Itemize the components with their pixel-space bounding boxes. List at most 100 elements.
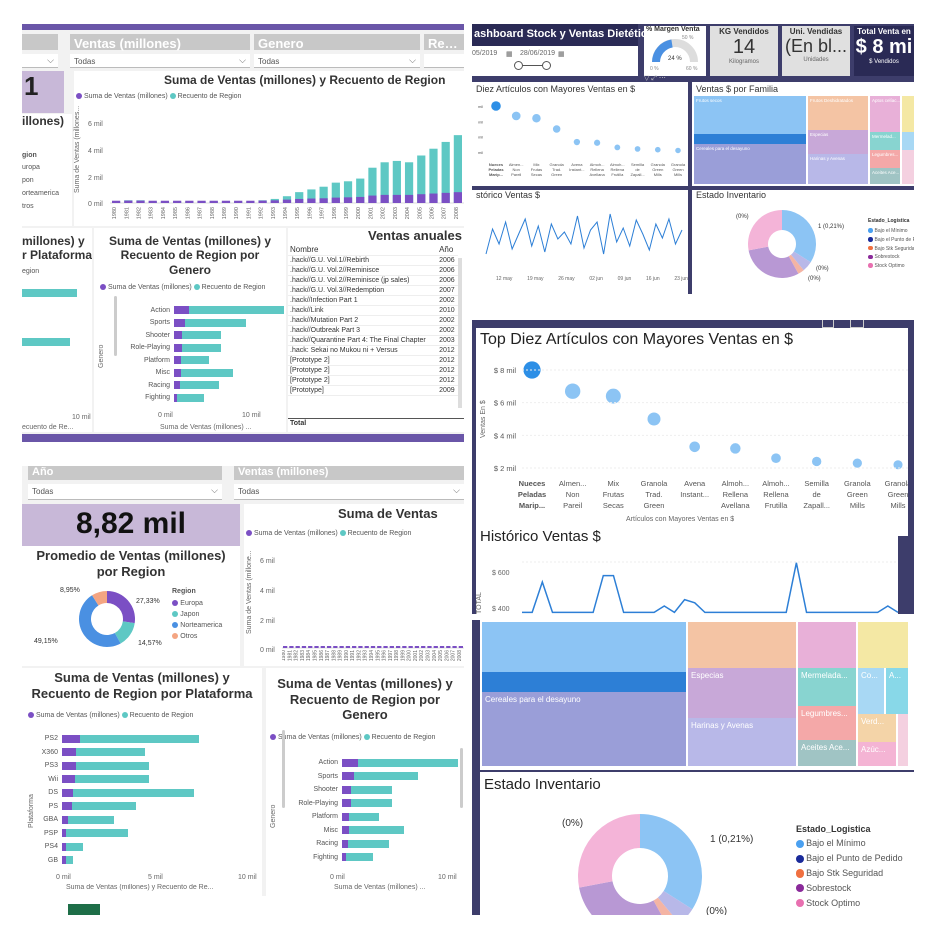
- page-tab[interactable]: [68, 904, 100, 915]
- table-row[interactable]: .hack//Outbreak Part 3 2002: [288, 325, 458, 336]
- bar-row[interactable]: PS: [22, 800, 262, 814]
- slicer-genero-dropdown[interactable]: Todas ⌵: [254, 54, 420, 68]
- legend-item[interactable]: Japon: [172, 610, 222, 618]
- bar[interactable]: [66, 856, 74, 865]
- treemap-tile[interactable]: [858, 622, 908, 668]
- slicer-left-dropdown[interactable]: ⌵: [22, 54, 58, 68]
- bar[interactable]: [74, 775, 149, 784]
- bar-row[interactable]: Platform: [278, 810, 464, 824]
- bar[interactable]: [180, 356, 209, 365]
- table-row[interactable]: .hack//G.U. Vol.3//Redemption 2007: [288, 285, 458, 296]
- slicer-region-dropdown[interactable]: [424, 54, 464, 68]
- bar[interactable]: [76, 761, 149, 770]
- bar-row[interactable]: GB: [22, 854, 262, 868]
- date-from[interactable]: 05/2019: [472, 50, 497, 57]
- bar[interactable]: [62, 748, 76, 757]
- table-row[interactable]: [Prototype 2] 2012: [288, 355, 458, 366]
- table-row[interactable]: .hack//G.U. Vol.2//Reminisce (jp sales) 2…: [288, 275, 458, 286]
- scrollbar[interactable]: [460, 748, 463, 808]
- bar[interactable]: [62, 788, 74, 797]
- bar[interactable]: [180, 368, 234, 377]
- calendar-icon[interactable]: ▦: [558, 50, 565, 58]
- treemap-tile[interactable]: Cereales para el desayuno: [694, 144, 806, 184]
- bar[interactable]: [342, 772, 354, 781]
- bar-row[interactable]: Action: [278, 756, 464, 770]
- bar[interactable]: [62, 734, 81, 743]
- bar[interactable]: [179, 381, 219, 390]
- legend-item[interactable]: Bajo el Punto de Pedido: [796, 853, 903, 863]
- bar-row[interactable]: DS: [22, 786, 262, 800]
- treemap-tile[interactable]: Aptos celíac...: [870, 96, 900, 132]
- bar[interactable]: [350, 799, 392, 808]
- bar[interactable]: [189, 306, 284, 315]
- bar[interactable]: [174, 306, 190, 315]
- table-row[interactable]: .hack//G.U. Vol.1//Rebirth 2006: [288, 255, 458, 266]
- treemap-tile[interactable]: Especias: [688, 668, 796, 718]
- bar[interactable]: [342, 799, 351, 808]
- treemap-tile[interactable]: [482, 622, 686, 672]
- bar[interactable]: [73, 788, 194, 797]
- bar-row[interactable]: Shooter: [104, 329, 284, 342]
- bar[interactable]: [342, 826, 350, 835]
- treemap-tile[interactable]: Frutos Deshidratados: [808, 96, 868, 130]
- bar[interactable]: [67, 815, 114, 824]
- table-row[interactable]: [Prototype] 2009: [288, 385, 458, 396]
- bar[interactable]: [62, 802, 72, 811]
- date-to[interactable]: 28/06/2019: [520, 50, 555, 57]
- bar[interactable]: [66, 842, 83, 851]
- scrollbar[interactable]: [282, 730, 285, 808]
- scrollbar[interactable]: [458, 258, 462, 408]
- bar[interactable]: [342, 785, 351, 794]
- bar-row[interactable]: Fighting: [278, 851, 464, 865]
- treemap-tile[interactable]: Cereales para el desayuno: [482, 692, 686, 766]
- bar[interactable]: [174, 343, 183, 352]
- bar[interactable]: [185, 318, 246, 327]
- bar-row[interactable]: GBA: [22, 813, 262, 827]
- bar[interactable]: [62, 761, 76, 770]
- treemap-tile[interactable]: Co...: [858, 668, 884, 714]
- bar-row[interactable]: PS2: [22, 732, 262, 746]
- legend-item[interactable]: Bajo Stk Seguridad: [796, 868, 903, 878]
- slicer-ventas-dropdown[interactable]: Todas ⌵: [70, 54, 250, 68]
- bar[interactable]: [349, 826, 405, 835]
- treemap-tile[interactable]: [688, 622, 796, 668]
- bar[interactable]: [71, 802, 137, 811]
- bar-row[interactable]: Action: [104, 304, 284, 317]
- treemap-tile[interactable]: Verd...: [858, 714, 896, 742]
- bar-row[interactable]: PS3: [22, 759, 262, 773]
- bar[interactable]: [358, 758, 458, 767]
- treemap-tile[interactable]: Harinas y Avenas: [688, 718, 796, 766]
- legend-item[interactable]: Stock Optimo: [796, 898, 903, 908]
- bar[interactable]: [349, 812, 379, 821]
- bar[interactable]: [342, 812, 350, 821]
- bar[interactable]: [174, 356, 181, 365]
- scrollbar[interactable]: [114, 296, 117, 356]
- bar[interactable]: [345, 853, 374, 862]
- bar-row[interactable]: Wii: [22, 773, 262, 787]
- treemap-highlight[interactable]: [694, 134, 806, 144]
- table-row[interactable]: .hack//Link 2010: [288, 305, 458, 316]
- treemap-tile[interactable]: [902, 132, 914, 150]
- legend-item[interactable]: Bajo Stk Seguridad: [868, 246, 914, 252]
- bar[interactable]: [76, 748, 145, 757]
- treemap-tile[interactable]: Especias: [808, 130, 868, 154]
- bar-row[interactable]: X360: [22, 746, 262, 760]
- table-row[interactable]: .hack//Mutation Part 2 2002: [288, 315, 458, 326]
- legend-item[interactable]: Norteamerica: [172, 621, 222, 629]
- bar[interactable]: [174, 331, 183, 340]
- treemap-tile[interactable]: Legumbres...: [870, 150, 900, 168]
- bar[interactable]: [342, 758, 359, 767]
- focus-icon[interactable]: [822, 320, 834, 328]
- bar-row[interactable]: Platform: [104, 354, 284, 367]
- bar[interactable]: [182, 331, 222, 340]
- treemap-tile[interactable]: Mermelad...: [870, 132, 900, 150]
- slider-handle[interactable]: [542, 61, 551, 70]
- treemap-tile[interactable]: Azúc...: [858, 742, 896, 766]
- visual-toolbar-icons[interactable]: ▽ ⤢ ⋯: [644, 74, 674, 82]
- legend-item[interactable]: Sobrestock: [868, 254, 914, 260]
- legend-item[interactable]: Bajo el Mínimo: [796, 838, 903, 848]
- table-header[interactable]: Año: [437, 244, 458, 256]
- table-row[interactable]: [Prototype 2] 2012: [288, 375, 458, 386]
- treemap-tile[interactable]: [902, 150, 914, 184]
- bar-row[interactable]: Fighting: [104, 392, 284, 405]
